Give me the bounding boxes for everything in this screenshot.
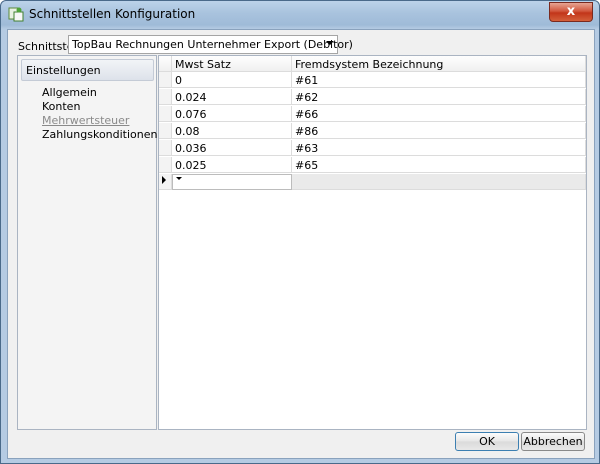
nav-item-allgemein[interactable]: Allgemein: [42, 86, 97, 99]
cell-value: 0.024: [175, 91, 207, 104]
row-pointer-icon: [162, 176, 166, 184]
cell-value: #61: [295, 74, 319, 87]
cell-fremdsystem[interactable]: #61: [292, 72, 586, 88]
new-row-mwst-satz-dropdown[interactable]: [172, 174, 292, 190]
cell-mwst-satz[interactable]: 0.08: [172, 123, 292, 139]
nav-header-label: Einstellungen: [26, 64, 101, 77]
cell-fremdsystem[interactable]: #65: [292, 157, 586, 173]
cell-fremdsystem[interactable]: #66: [292, 106, 586, 122]
nav-header-settings[interactable]: Einstellungen: [21, 59, 154, 81]
nav-item-zahlungskonditionen[interactable]: Zahlungskonditionen: [42, 128, 158, 141]
close-button[interactable]: x: [549, 2, 593, 22]
table-row[interactable]: 0.036 #63: [159, 140, 586, 156]
row-indicator[interactable]: [159, 157, 172, 173]
row-indicator[interactable]: [159, 123, 172, 139]
column-header-mwst-satz[interactable]: Mwst Satz: [172, 56, 292, 72]
table-row[interactable]: 0.025 #65: [159, 157, 586, 173]
cancel-button[interactable]: Abbrechen: [521, 432, 585, 451]
row-indicator[interactable]: [159, 89, 172, 105]
app-icon: [8, 7, 24, 22]
cell-fremdsystem[interactable]: #63: [292, 140, 586, 156]
cell-fremdsystem[interactable]: #86: [292, 123, 586, 139]
settings-nav: Einstellungen Allgemein Konten Mehrwerts…: [17, 55, 158, 430]
cell-mwst-satz[interactable]: 0.076: [172, 106, 292, 122]
interface-select[interactable]: TopBau Rechnungen Unternehmer Export (De…: [68, 35, 353, 54]
new-row-fremdsystem[interactable]: [292, 174, 586, 190]
column-header-label: Mwst Satz: [175, 58, 231, 71]
cell-value: 0.076: [175, 108, 207, 121]
cell-mwst-satz[interactable]: 0.036: [172, 140, 292, 156]
table-row[interactable]: 0.076 #66: [159, 106, 586, 122]
dialog-content: Schnittstelle TopBau Rechnungen Unterneh…: [7, 29, 595, 459]
chevron-down-icon[interactable]: [326, 41, 334, 45]
column-header-fremdsystem[interactable]: Fremdsystem Bezeichnung: [292, 56, 586, 72]
grid-header: Mwst Satz Fremdsystem Bezeichnung: [159, 56, 586, 72]
cell-value: #86: [295, 125, 319, 138]
cell-value: #66: [295, 108, 319, 121]
window-title: Schnittstellen Konfiguration: [29, 7, 196, 21]
interface-select-value: TopBau Rechnungen Unternehmer Export (De…: [72, 38, 353, 51]
row-indicator[interactable]: [159, 106, 172, 122]
table-row[interactable]: 0.024 #62: [159, 89, 586, 105]
row-indicator[interactable]: [159, 174, 172, 190]
ok-button[interactable]: OK: [455, 432, 519, 451]
vat-grid: Mwst Satz Fremdsystem Bezeichnung 0 #61 …: [158, 55, 587, 430]
nav-item-mehrwertsteuer[interactable]: Mehrwertsteuer: [42, 114, 129, 127]
cell-value: #65: [295, 159, 319, 172]
table-row[interactable]: 0.08 #86: [159, 123, 586, 139]
cell-value: 0: [175, 74, 182, 87]
cell-value: #62: [295, 91, 319, 104]
cell-mwst-satz[interactable]: 0.024: [172, 89, 292, 105]
row-indicator[interactable]: [159, 72, 172, 88]
column-header-label: Fremdsystem Bezeichnung: [295, 58, 444, 71]
cell-value: 0.025: [175, 159, 207, 172]
cell-mwst-satz[interactable]: 0.025: [172, 157, 292, 173]
cell-mwst-satz[interactable]: 0: [172, 72, 292, 88]
cell-value: 0.08: [175, 125, 200, 138]
header-indicator: [159, 56, 172, 72]
dialog-window: Schnittstellen Konfiguration x Schnittst…: [0, 0, 600, 464]
table-row[interactable]: 0 #61: [159, 72, 586, 88]
title-bar[interactable]: Schnittstellen Konfiguration x: [1, 1, 599, 27]
chevron-down-icon[interactable]: [176, 177, 182, 180]
cell-fremdsystem[interactable]: #62: [292, 89, 586, 105]
nav-item-konten[interactable]: Konten: [42, 100, 80, 113]
new-row[interactable]: [159, 174, 586, 190]
cell-value: #63: [295, 142, 319, 155]
row-indicator[interactable]: [159, 140, 172, 156]
cell-value: 0.036: [175, 142, 207, 155]
